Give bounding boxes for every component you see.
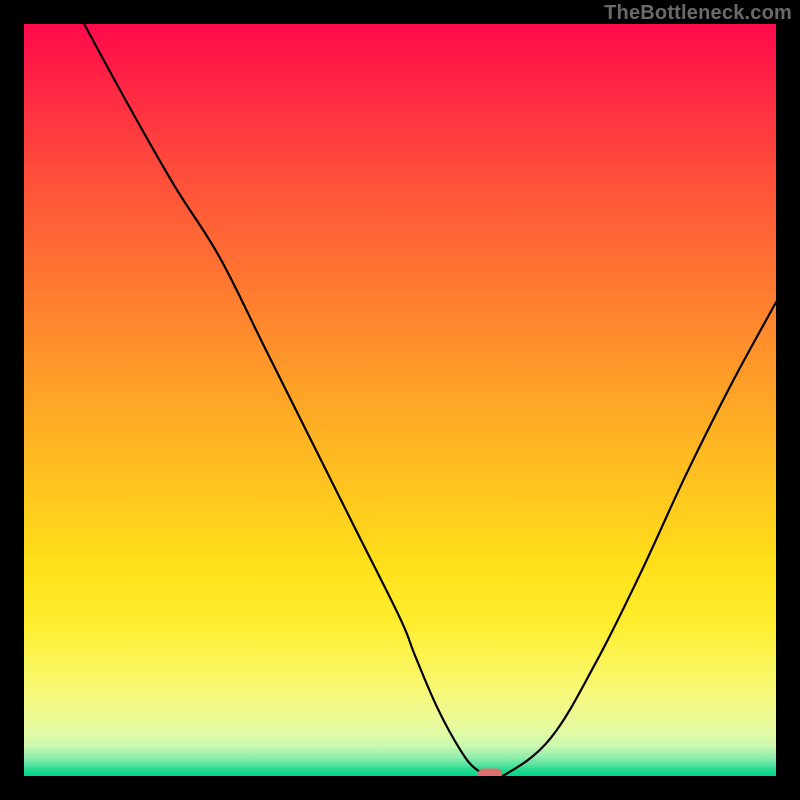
bottleneck-curve bbox=[24, 24, 776, 776]
chart-frame: TheBottleneck.com bbox=[0, 0, 800, 800]
plot-area bbox=[24, 24, 776, 776]
watermark-text: TheBottleneck.com bbox=[604, 2, 792, 25]
optimum-marker bbox=[478, 769, 502, 776]
